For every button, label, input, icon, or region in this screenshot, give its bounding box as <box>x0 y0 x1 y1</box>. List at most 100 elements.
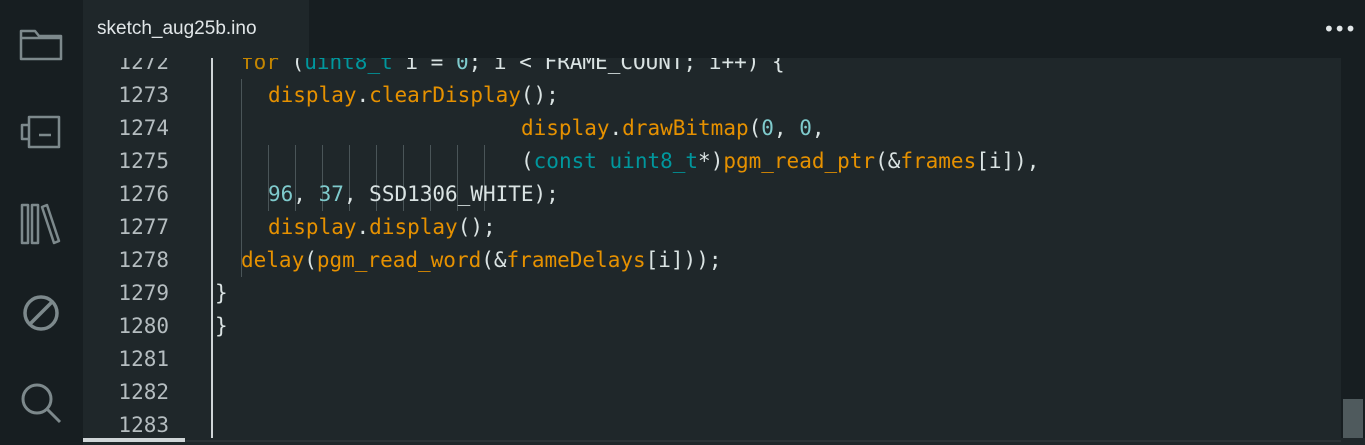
code-line[interactable]: 1275 (const uint8_t*)pgm_read_ptr(&frames… <box>83 145 1341 178</box>
indent-guide <box>241 178 242 211</box>
line-number: 1282 <box>118 380 169 404</box>
indent-guide <box>241 112 242 145</box>
code-token: [i]), <box>976 149 1040 173</box>
code-line[interactable]: 1281 <box>83 343 1341 376</box>
line-number: 1272 <box>118 58 169 74</box>
code-line[interactable]: 1280} <box>83 310 1341 343</box>
tab-sketch[interactable]: sketch_aug25b.ino <box>83 0 309 58</box>
line-number: 1279 <box>118 281 169 305</box>
code-text: 96, 37, SSD1306_WHITE); <box>268 178 559 211</box>
indent-guide <box>484 145 485 178</box>
code-line[interactable]: 1283 <box>83 409 1341 438</box>
code-token: *) <box>698 149 724 173</box>
code-line[interactable]: 1276 96, 37, SSD1306_WHITE); <box>83 178 1341 211</box>
code-token: display <box>369 215 458 239</box>
code-token: i = <box>392 58 456 74</box>
line-number: 1273 <box>118 83 169 107</box>
code-token: drawBitmap <box>622 116 749 140</box>
code-token: display <box>268 83 357 107</box>
code-token: ( <box>304 248 317 272</box>
code-text: display.display(); <box>268 211 496 244</box>
indent-guide <box>322 145 323 178</box>
code-token: const <box>533 149 597 173</box>
code-token: , <box>773 116 800 140</box>
code-line[interactable]: 1278 delay(pgm_read_word(&frameDelays[i])… <box>83 244 1341 277</box>
code-token: ( <box>278 58 305 74</box>
code-token: frames <box>900 149 977 173</box>
line-number: 1278 <box>118 248 169 272</box>
code-token: ( <box>748 116 762 140</box>
code-token: frameDelays <box>506 248 646 272</box>
line-number: 1281 <box>118 347 169 371</box>
horizontal-scroll-thumb[interactable] <box>83 438 185 442</box>
indent-guide <box>268 145 269 178</box>
folder-icon[interactable] <box>18 20 64 66</box>
code-text: delay(pgm_read_word(&frameDelays[i])); <box>241 244 721 277</box>
code-token: 37 <box>318 182 344 206</box>
code-token: (& <box>875 149 901 173</box>
code-editor[interactable]: 1272 for (uint8_t i = 0; i < FRAME_COUNT;… <box>83 58 1341 438</box>
code-token: clearDisplay <box>369 83 521 107</box>
code-token: uint8_t <box>609 149 699 173</box>
debug-icon[interactable] <box>18 290 64 336</box>
more-actions-icon[interactable]: ••• <box>1323 14 1356 44</box>
code-line[interactable]: 1279} <box>83 277 1341 310</box>
indent-guide <box>376 145 377 178</box>
code-line[interactable]: 1272 for (uint8_t i = 0; i < FRAME_COUNT;… <box>83 58 1341 79</box>
code-token: display <box>521 116 610 140</box>
code-token: , <box>811 116 825 140</box>
code-token: , <box>293 182 319 206</box>
indent-guide <box>403 145 404 178</box>
indent-guide <box>241 79 242 112</box>
code-token: delay <box>241 248 305 272</box>
line-number: 1277 <box>118 215 169 239</box>
code-token: . <box>356 215 370 239</box>
indent-guide <box>241 145 242 178</box>
indent-guide <box>295 145 296 178</box>
code-token: for <box>241 58 279 74</box>
code-text: display.clearDisplay(); <box>268 79 559 112</box>
code-token: } <box>215 281 228 305</box>
indent-guide <box>457 145 458 178</box>
line-number: 1275 <box>118 149 169 173</box>
code-line[interactable]: 1274 display.drawBitmap(0, 0, <box>83 112 1341 145</box>
tab-bar: sketch_aug25b.ino ••• <box>83 0 1365 58</box>
code-line[interactable]: 1277 display.display(); <box>83 211 1341 244</box>
code-token: . <box>609 116 623 140</box>
code-token: 0 <box>455 58 469 74</box>
board-manager-icon[interactable] <box>18 110 64 156</box>
code-text: } <box>215 310 228 343</box>
search-icon[interactable] <box>18 380 64 426</box>
code-text: for (uint8_t i = 0; i < FRAME_COUNT; i++… <box>241 58 785 79</box>
code-text: (const uint8_t*)pgm_read_ptr(&frames[i])… <box>521 145 1039 178</box>
library-manager-icon[interactable] <box>18 200 64 246</box>
horizontal-scrollbar[interactable] <box>83 440 1341 442</box>
line-number: 1276 <box>118 182 169 206</box>
code-token: 0 <box>799 116 812 140</box>
code-token: 96 <box>268 182 294 206</box>
indent-guide <box>349 145 350 178</box>
line-number: 1280 <box>118 314 169 338</box>
vertical-scroll-thumb[interactable] <box>1343 399 1363 438</box>
code-token: pgm_read_word <box>316 248 482 272</box>
code-token: (); <box>457 215 496 239</box>
line-number: 1283 <box>118 413 169 437</box>
code-token: ( <box>521 149 534 173</box>
code-text: } <box>215 277 228 310</box>
vertical-scrollbar[interactable] <box>1341 58 1365 438</box>
code-line[interactable]: 1273 display.clearDisplay(); <box>83 79 1341 112</box>
indent-guide <box>430 145 431 178</box>
tab-label: sketch_aug25b.ino <box>97 18 257 39</box>
code-token: } <box>215 314 228 338</box>
code-token: 0 <box>761 116 774 140</box>
indent-guide <box>241 211 242 244</box>
activity-bar <box>0 0 83 445</box>
code-token: uint8_t <box>304 58 393 74</box>
code-line[interactable]: 1282 <box>83 376 1341 409</box>
code-token: pgm_read_ptr <box>723 149 876 173</box>
line-number: 1274 <box>118 116 169 140</box>
code-token: , SSD1306_WHITE); <box>343 182 559 206</box>
code-token: display <box>268 215 357 239</box>
code-token: . <box>356 83 370 107</box>
